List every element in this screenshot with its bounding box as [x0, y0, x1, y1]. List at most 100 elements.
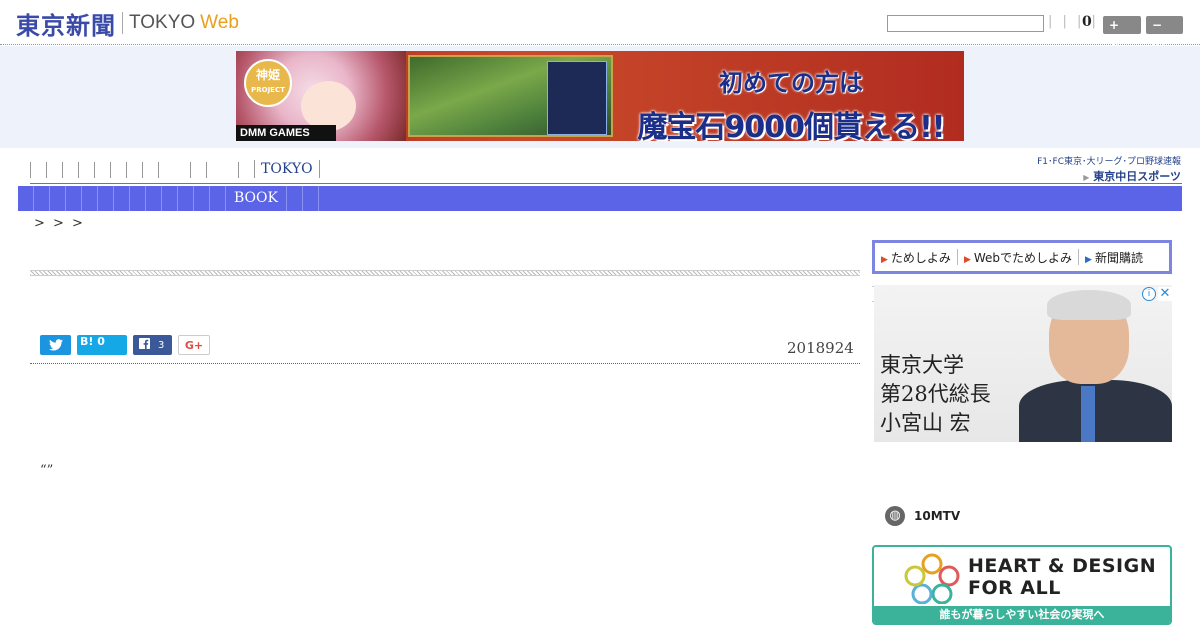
subnav-item[interactable]	[66, 186, 82, 211]
ad-portrait-image	[1019, 290, 1172, 442]
subnav-item[interactable]	[303, 186, 319, 211]
portrait-suit	[1019, 380, 1172, 442]
portrait-tie	[1081, 386, 1095, 442]
nav-item[interactable]	[78, 162, 94, 178]
sidebar-ad-lecture[interactable]: 東京大学 第28代総長 小宮山 宏 i ✕	[874, 285, 1172, 442]
article-date: 2018924	[787, 339, 854, 357]
arrow-right-icon: ▶	[1083, 173, 1090, 182]
ad-copy-line1: 初めての方は	[719, 69, 863, 97]
subnav-item[interactable]	[178, 186, 194, 211]
globe-icon: ◍	[885, 506, 905, 526]
font-size-up-button[interactable]: + 大	[1103, 16, 1141, 50]
ad-copy-line2: 魔宝石9000個貰える!!	[637, 110, 946, 141]
nav-item[interactable]	[190, 162, 206, 178]
subnav-item[interactable]	[114, 186, 130, 211]
subnav-item[interactable]	[130, 186, 146, 211]
nav-item[interactable]	[46, 162, 62, 178]
nav-item[interactable]	[126, 162, 142, 178]
nav-item[interactable]	[110, 162, 126, 178]
link-divider	[956, 249, 958, 265]
subnav-item[interactable]	[162, 186, 178, 211]
header-count: 0	[1082, 14, 1092, 30]
sports-link-logo: ▶ 東京中日スポーツ	[1026, 168, 1181, 184]
subnav-item[interactable]	[287, 186, 303, 211]
site-logo[interactable]: 東京新聞 TOKYO Web	[16, 8, 239, 40]
nav-item[interactable]	[94, 162, 110, 178]
ad-info-icon[interactable]: i	[1142, 287, 1156, 301]
ad-gameplay-ui	[547, 61, 607, 135]
flower-logo-icon	[904, 553, 960, 604]
sidebar-ad-text: 東京大学 第28代総長 小宮山 宏	[880, 351, 991, 438]
subnav-item[interactable]	[34, 186, 50, 211]
ad-game-logo: 神姫 PROJECT	[244, 59, 292, 107]
nav-item-tokyo[interactable]: TOKYO	[254, 160, 320, 178]
ad-text-line: 小宮山 宏	[880, 411, 971, 435]
nav-item[interactable]	[62, 162, 78, 178]
facebook-count: 3	[158, 340, 165, 351]
subnav-item[interactable]	[50, 186, 66, 211]
ad-close-icon[interactable]: ✕	[1158, 287, 1172, 301]
link-web-tameshiyomi[interactable]: ▶ Webでためしよみ	[964, 249, 1078, 266]
article-title-rule	[30, 270, 860, 276]
ad-logo-title: 神姫	[255, 68, 280, 82]
logo-divider	[122, 12, 123, 34]
game-ad-banner[interactable]: 神姫 PROJECT DMM GAMES 初めての方は 魔宝石9000個貰える!…	[236, 51, 964, 141]
heart-design-banner[interactable]: HEART & DESIGN FOR ALL 誰もが暮らしやすい社会の実現へ	[872, 545, 1172, 625]
ad-gameplay-screenshot	[408, 55, 613, 137]
subnav-item[interactable]	[82, 186, 98, 211]
portrait-hair	[1047, 290, 1131, 320]
link-divider	[1078, 249, 1080, 265]
subnav-item[interactable]	[146, 186, 162, 211]
twitter-icon	[48, 339, 63, 351]
link-subscribe[interactable]: ▶ 新聞購読	[1085, 249, 1149, 266]
ad-dmm-label: DMM GAMES	[236, 125, 336, 141]
twitter-share-button[interactable]	[40, 335, 71, 355]
ad-source-label[interactable]: 10MTV	[914, 509, 960, 523]
nav-item[interactable]	[30, 162, 46, 178]
sports-logo-name: 中日スポーツ	[1115, 170, 1181, 183]
ad-logo-subtitle: PROJECT	[251, 86, 285, 94]
subnav-item[interactable]	[194, 186, 210, 211]
top-ad-band: 神姫 PROJECT DMM GAMES 初めての方は 魔宝石9000個貰える!…	[0, 46, 1200, 148]
arrow-right-icon: ▶	[881, 254, 888, 265]
link-label: ためしよみ	[890, 250, 951, 265]
breadcrumb[interactable]: > > >	[34, 216, 85, 231]
search-input[interactable]	[887, 15, 1044, 32]
nav-item[interactable]	[238, 162, 254, 178]
title-line: HEART & DESIGN	[968, 555, 1157, 577]
chunichi-sports-link[interactable]: F1･FC東京･大リーグ･プロ野球速報 ▶ 東京中日スポーツ	[1026, 154, 1181, 184]
arrow-right-icon: ▶	[1085, 254, 1092, 265]
subnav-item[interactable]	[98, 186, 114, 211]
heart-design-footer: 誰もが暮らしやすい社会の実現へ	[874, 606, 1170, 623]
sports-logo-prefix: 東京	[1093, 170, 1116, 183]
google-plus-share-button[interactable]: G+	[178, 335, 210, 355]
link-label: 新聞購読	[1094, 250, 1143, 265]
nav-item[interactable]	[206, 162, 238, 178]
font-size-down-button[interactable]: − 小	[1146, 16, 1183, 50]
article-header-divider	[30, 363, 860, 364]
logo-web: Web	[200, 12, 239, 33]
logo-japanese: 東京新聞	[16, 11, 116, 40]
subnav-item-book[interactable]: BOOK	[226, 186, 287, 211]
link-tameshiyomi[interactable]: ▶ ためしよみ	[881, 249, 957, 266]
nav-divider	[30, 183, 1182, 184]
arrow-right-icon: ▶	[963, 254, 971, 265]
subnav-item[interactable]	[210, 186, 226, 211]
link-label: Webでためしよみ	[973, 250, 1073, 265]
subscription-links: ▶ ためしよみ ▶ Webでためしよみ ▶ 新聞購読	[872, 240, 1172, 274]
title-line: FOR ALL	[968, 577, 1061, 599]
sports-link-caption: F1･FC東京･大リーグ･プロ野球速報	[1037, 157, 1181, 167]
facebook-share-button[interactable]: 3	[133, 335, 172, 355]
subnav-item[interactable]	[18, 186, 34, 211]
nav-item[interactable]	[142, 162, 158, 178]
ad-character-face	[301, 81, 356, 131]
hatena-count: B! 0	[80, 335, 105, 348]
logo-english: TOKYO	[129, 12, 196, 33]
hatena-bookmark-button[interactable]: B! 0	[77, 335, 127, 355]
primary-nav: TOKYO	[30, 160, 320, 180]
secondary-nav: BOOK	[18, 186, 1182, 211]
ad-copy: 初めての方は 魔宝石9000個貰える!!	[621, 57, 961, 141]
facebook-icon	[139, 338, 150, 349]
nav-item[interactable]	[158, 162, 190, 178]
site-header: 東京新聞 TOKYO Web | | | | 0 + 大 − 小	[0, 0, 1200, 50]
